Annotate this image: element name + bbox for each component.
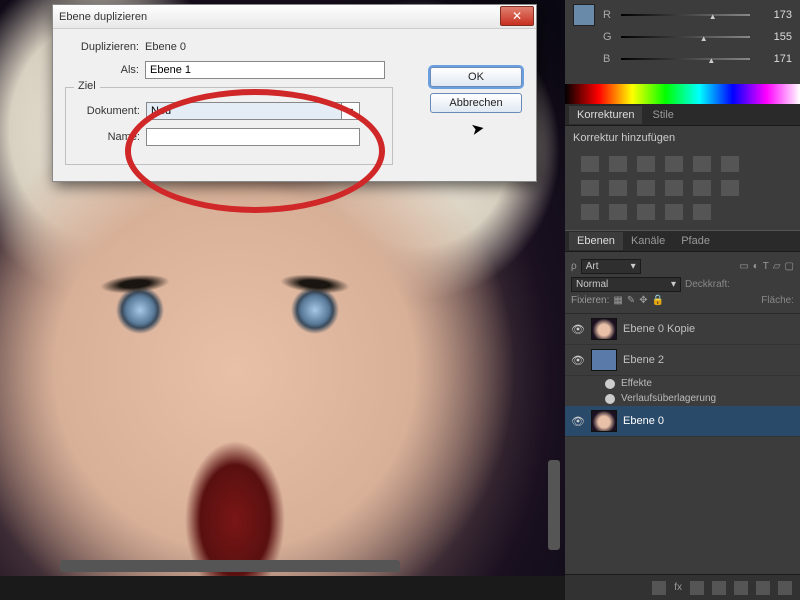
dialog-titlebar[interactable]: Ebene duplizieren ✕ [53,5,536,29]
color-g-label: G [603,31,615,43]
tab-styles[interactable]: Stile [644,106,681,124]
adjustment-layer-icon[interactable] [712,581,726,595]
filter-type-icon[interactable]: T [763,261,769,272]
corrections-icon-row-1 [573,152,792,176]
new-layer-icon[interactable] [756,581,770,595]
name-label: Name: [76,131,140,143]
layer-name: Ebene 2 [623,354,664,366]
duplicate-layer-dialog: Ebene duplizieren ✕ Duplizieren: Ebene 0… [52,4,537,182]
corrections-icon-row-2 [573,176,792,200]
channel-mixer-icon[interactable] [665,180,683,196]
color-b-slider[interactable] [621,54,750,64]
corrections-heading: Korrektur hinzufügen [573,132,792,144]
adjust-icon[interactable] [693,204,711,220]
layer-row[interactable]: 👁 Ebene 0 Kopie [565,314,800,345]
photo-filter-icon[interactable] [637,180,655,196]
right-panel: R 173 G 155 B 171 Korrekturen Stile [565,0,800,600]
balance-icon[interactable] [609,180,627,196]
exposure-icon[interactable] [665,156,683,172]
color-g-slider[interactable] [621,32,750,42]
layer-name: Ebene 0 [623,415,664,427]
name-input[interactable] [146,128,360,146]
layer-effect-item[interactable]: Verlaufsüberlagerung [565,391,800,406]
filter-shape-icon[interactable]: ▱ [773,261,781,272]
blend-mode-dropdown[interactable]: Normal [571,277,681,292]
lookup-icon[interactable] [693,180,711,196]
tab-paths[interactable]: Pfade [673,232,718,250]
horizontal-scrollbar[interactable] [60,560,400,572]
layer-thumb [591,410,617,432]
levels-icon[interactable] [609,156,627,172]
color-r-value: 173 [756,9,792,21]
gradient-map-icon[interactable] [637,204,655,220]
tab-corrections[interactable]: Korrekturen [569,106,642,124]
layer-effects-header[interactable]: Effekte [565,376,800,391]
filter-adjust-icon[interactable]: ◐ [753,261,759,272]
spectrum-strip[interactable] [565,84,800,104]
hue-icon[interactable] [721,156,739,172]
color-r-slider[interactable] [621,10,750,20]
vertical-scrollbar[interactable] [548,460,560,550]
fill-label: Fläche: [761,295,794,306]
fx-button[interactable]: fx [674,582,682,593]
ok-button[interactable]: OK [430,67,522,87]
color-b-value: 171 [756,53,792,65]
layer-name: Ebene 0 Kopie [623,323,695,335]
lock-position-icon[interactable]: ✥ [639,295,647,306]
duplicate-value: Ebene 0 [145,41,186,53]
effects-dot-icon [605,394,615,404]
curves-icon[interactable] [637,156,655,172]
bw-icon[interactable] [581,180,599,196]
corrections-icon-row-3 [573,200,792,224]
tab-channels[interactable]: Kanäle [623,232,673,250]
invert-icon[interactable] [721,180,739,196]
layer-thumb [591,349,617,371]
close-button[interactable]: ✕ [500,6,534,26]
lock-pixels-icon[interactable]: ✎ [627,295,635,306]
mask-icon[interactable] [690,581,704,595]
chevron-down-icon[interactable]: ▼ [342,102,360,120]
layer-filter-dropdown[interactable]: Art [581,259,641,274]
filter-smart-icon[interactable]: ▢ [785,261,794,272]
visibility-icon[interactable]: 👁 [571,323,585,336]
visibility-icon[interactable]: 👁 [571,354,585,367]
effects-dot-icon [605,379,615,389]
group-icon[interactable] [734,581,748,595]
color-swatches[interactable] [573,4,595,70]
lock-label: Fixieren: [571,295,609,306]
visibility-icon[interactable]: 👁 [571,415,585,428]
layer-list: 👁 Ebene 0 Kopie 👁 Ebene 2 Effekte Verlau… [565,314,800,437]
filter-pixel-icon[interactable]: ▭ [739,261,748,272]
brightness-icon[interactable] [581,156,599,172]
color-panel: R 173 G 155 B 171 [565,0,800,78]
cancel-button[interactable]: Abbrechen [430,93,522,113]
as-label: Als: [65,64,139,76]
delete-layer-icon[interactable] [778,581,792,595]
link-icon[interactable] [652,581,666,595]
color-g-value: 155 [756,31,792,43]
layer-row[interactable]: 👁 Ebene 0 [565,406,800,437]
tab-layers[interactable]: Ebenen [569,232,623,250]
layer-row[interactable]: 👁 Ebene 2 [565,345,800,376]
posterize-icon[interactable] [581,204,599,220]
threshold-icon[interactable] [609,204,627,220]
layers-footer: fx [565,574,800,600]
as-input[interactable] [145,61,385,79]
cursor-icon: ➤ [469,118,486,140]
color-r-label: R [603,9,615,21]
vibrance-icon[interactable] [693,156,711,172]
layer-filter-label: ρ [571,261,577,272]
opacity-label: Deckkraft: [685,279,730,290]
selective-color-icon[interactable] [665,204,683,220]
lock-all-icon[interactable]: 🔒 [652,295,664,306]
destination-fieldset: Ziel Dokument: ▼ Name: [65,87,393,165]
duplicate-label: Duplizieren: [65,41,139,53]
dialog-title: Ebene duplizieren [59,11,147,23]
document-combo[interactable] [146,102,342,120]
lock-transparent-icon[interactable]: ▦ [613,295,622,306]
color-b-label: B [603,53,615,65]
destination-legend: Ziel [74,80,100,92]
layer-thumb [591,318,617,340]
document-label: Dokument: [76,105,140,117]
